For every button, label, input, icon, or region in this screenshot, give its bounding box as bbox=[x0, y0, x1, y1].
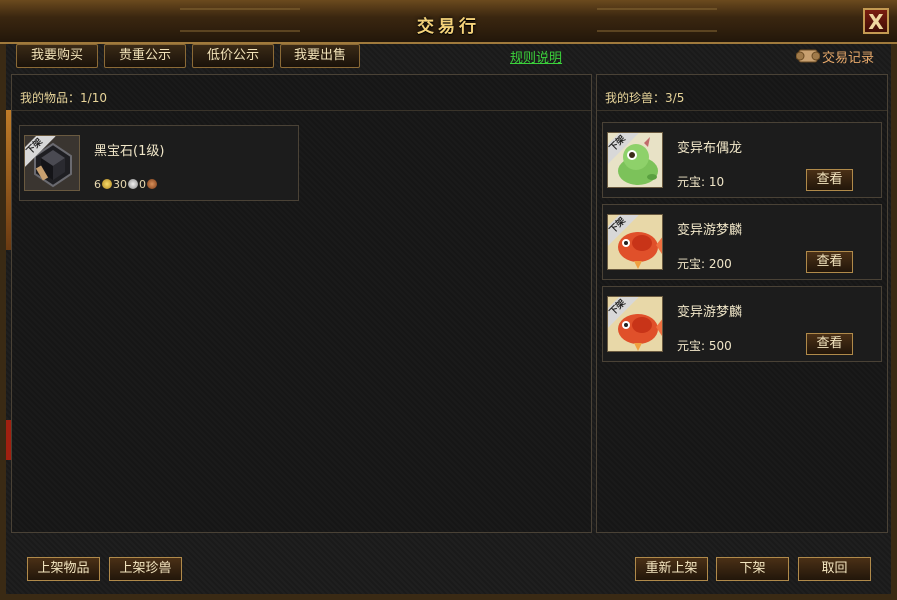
my-items-header: 我的物品：1/10 bbox=[12, 75, 591, 111]
my-items-count: 1/10 bbox=[80, 91, 107, 105]
window-title: 交易行 bbox=[417, 17, 480, 37]
tab-buy[interactable]: 我要购买 bbox=[16, 44, 98, 68]
rules-link[interactable]: 规则说明 bbox=[510, 47, 562, 66]
list-item-button[interactable]: 上架物品 bbox=[27, 557, 100, 581]
pet-card[interactable]: 下架 变异布偶龙 元宝: 10 查看 bbox=[602, 122, 882, 198]
pet-name: 变异游梦麟 bbox=[677, 223, 743, 238]
pet-card[interactable]: 下架 变异游梦麟 元宝: 200 查看 bbox=[602, 204, 882, 280]
close-icon: X bbox=[868, 10, 884, 34]
pet-slot[interactable]: 下架 bbox=[607, 132, 663, 188]
price-value: 10 bbox=[708, 175, 725, 189]
my-pets-label: 我的珍兽： bbox=[605, 91, 666, 105]
trade-record-label: 交易记录 bbox=[822, 51, 875, 66]
view-button[interactable]: 查看 bbox=[806, 169, 853, 191]
pet-card[interactable]: 下架 变异游梦麟 元宝: 500 查看 bbox=[602, 286, 882, 362]
item-slot[interactable]: 下架 bbox=[24, 135, 80, 191]
price-value: 200 bbox=[708, 257, 732, 271]
item-name: 黑宝石(1级) bbox=[94, 144, 165, 159]
pet-name: 变异游梦麟 bbox=[677, 305, 743, 320]
my-items-panel: 我的物品：1/10 下架 黑宝石(1级) 6 30 0 bbox=[11, 74, 592, 533]
relist-button[interactable]: 重新上架 bbox=[635, 557, 708, 581]
list-pet-button[interactable]: 上架珍兽 bbox=[109, 557, 182, 581]
silver-coin-icon bbox=[128, 179, 138, 189]
price-label: 元宝: bbox=[677, 175, 706, 189]
gold-amount: 6 bbox=[94, 178, 101, 191]
price-label: 元宝: bbox=[677, 257, 706, 271]
item-price: 6 30 0 bbox=[94, 178, 158, 191]
pet-name: 变异布偶龙 bbox=[677, 141, 743, 156]
my-pets-header: 我的珍兽：3/5 bbox=[597, 75, 887, 111]
item-card[interactable]: 下架 黑宝石(1级) 6 30 0 bbox=[19, 125, 299, 201]
close-button[interactable]: X bbox=[863, 8, 889, 34]
pet-price: 元宝: 500 bbox=[677, 337, 732, 354]
title-bar: 交易行 X bbox=[0, 0, 897, 44]
my-items-label: 我的物品： bbox=[20, 91, 81, 105]
price-label: 元宝: bbox=[677, 339, 706, 353]
delist-button[interactable]: 下架 bbox=[716, 557, 789, 581]
view-button[interactable]: 查看 bbox=[806, 251, 853, 273]
copper-amount: 0 bbox=[139, 178, 146, 191]
tab-sell[interactable]: 我要出售 bbox=[280, 44, 360, 68]
tab-lowprice-notice[interactable]: 低价公示 bbox=[192, 44, 274, 68]
silver-amount: 30 bbox=[113, 178, 127, 191]
pet-price: 元宝: 200 bbox=[677, 255, 732, 272]
tab-valuable-notice[interactable]: 贵重公示 bbox=[104, 44, 186, 68]
view-button[interactable]: 查看 bbox=[806, 333, 853, 355]
my-pets-count: 3/5 bbox=[665, 91, 685, 105]
gold-coin-icon bbox=[102, 179, 112, 189]
price-value: 500 bbox=[708, 339, 732, 353]
pet-slot[interactable]: 下架 bbox=[607, 214, 663, 270]
pet-price: 元宝: 10 bbox=[677, 173, 724, 190]
scroll-icon bbox=[796, 49, 820, 63]
copper-coin-icon bbox=[147, 179, 157, 189]
my-pets-panel: 我的珍兽：3/5 下架 变异布偶龙 元宝: 10 查看 下架 变异游梦麟 元宝:… bbox=[596, 74, 888, 533]
pet-slot[interactable]: 下架 bbox=[607, 296, 663, 352]
retrieve-button[interactable]: 取回 bbox=[798, 557, 871, 581]
